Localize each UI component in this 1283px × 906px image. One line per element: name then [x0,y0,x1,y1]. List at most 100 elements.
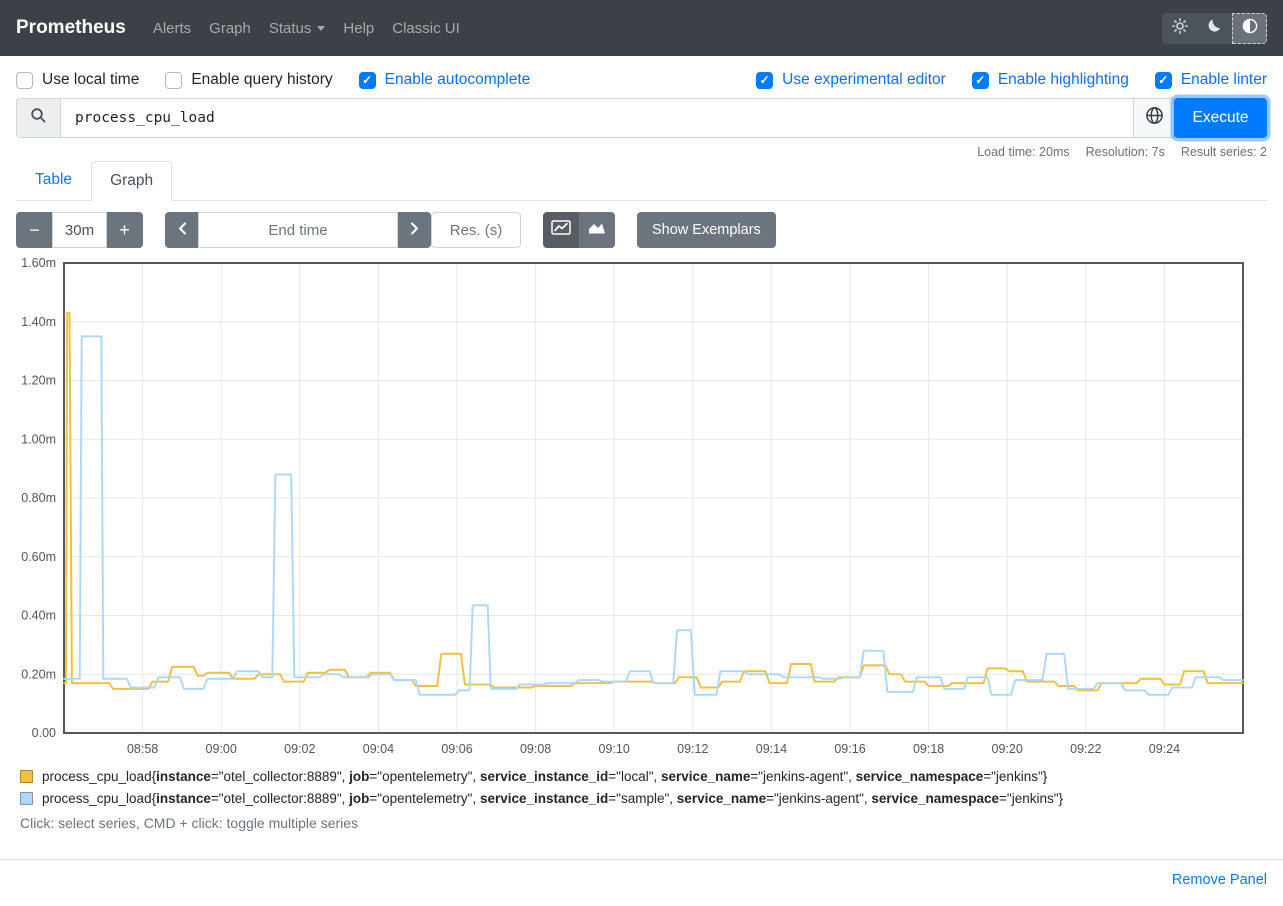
y-tick-label: 1.60m [21,257,56,270]
x-tick-label: 09:10 [599,742,630,756]
time-back-button[interactable] [165,212,199,248]
circle-half-icon [1242,18,1258,39]
query-row: Execute [16,98,1267,138]
chevron-right-icon [410,222,419,239]
y-tick-label: 0.40m [21,609,56,623]
legend-series-label: process_cpu_load{instance="otel_collecto… [42,769,1047,784]
legend-list: process_cpu_load{instance="otel_collecto… [20,769,1267,806]
chart-line-icon [551,220,571,240]
plus-icon: + [119,221,130,239]
x-tick-label: 09:18 [913,742,944,756]
option-label: Enable query history [191,71,332,89]
chart-mode-toggle [543,212,615,248]
chevron-left-icon [178,222,187,239]
load-time-stat: Load time: 20ms [977,145,1069,160]
time-series-chart[interactable]: 08:58 09:00 09:02 09:04 09:06 09:08 09:10 09:12… [16,257,1267,757]
checkbox-checked-icon[interactable] [359,72,376,89]
x-tick-label: 08:58 [127,742,158,756]
tab-graph[interactable]: Graph [91,161,172,201]
option-use-experimental-editor[interactable]: Use experimental editor [756,71,946,89]
brand-prometheus[interactable]: Prometheus [16,17,126,39]
x-tick-label: 09:04 [363,742,394,756]
range-input[interactable] [52,212,107,248]
x-tick-label: 09:00 [206,742,237,756]
options-left: Use local time Enable query history Enable… [16,71,556,89]
execute-button[interactable]: Execute [1174,98,1267,138]
y-tick-label: 0.60m [21,550,56,564]
show-exemplars-button[interactable]: Show Exemplars [637,212,776,248]
navbar-links: AlertsGraphStatusHelpClassic UI [144,12,469,45]
option-label: Use local time [42,71,139,89]
y-tick-label: 1.20m [21,374,56,388]
x-tick-label: 09:02 [284,742,315,756]
x-tick-label: 09:20 [992,742,1023,756]
nav-item-classic-ui[interactable]: Classic UI [383,12,469,45]
option-enable-autocomplete[interactable]: Enable autocomplete [359,71,531,89]
legend-item[interactable]: process_cpu_load{instance="otel_collecto… [20,791,1267,806]
search-icon [30,107,47,129]
global-options-row: Use local time Enable query history Enable… [16,68,1267,92]
panel-tabs: Table Graph [16,160,1267,201]
line-chart-mode-button[interactable] [543,212,579,248]
navbar: Prometheus AlertsGraphStatusHelpClassic … [0,0,1283,56]
nav-item-status[interactable]: Status [260,12,335,45]
range-decrease-button[interactable]: − [16,212,53,248]
nav-item-help[interactable]: Help [334,12,383,45]
option-label: Use experimental editor [782,71,946,89]
y-tick-label: 0.80m [21,491,56,505]
nav-item-alerts[interactable]: Alerts [144,12,200,45]
graph-controls: − + [16,212,1267,248]
option-label: Enable autocomplete [385,71,531,89]
y-tick-label: 1.40m [21,315,56,329]
option-label: Enable linter [1181,71,1267,89]
nav-item-graph[interactable]: Graph [200,12,260,45]
query-panel: Use local time Enable query history Enable… [0,68,1283,860]
metrics-explorer-button[interactable] [1133,98,1175,138]
chart-area-icon [587,220,607,240]
x-tick-label: 09:08 [520,742,551,756]
option-enable-query-history[interactable]: Enable query history [165,71,332,89]
resolution-input[interactable] [431,212,521,248]
option-use-local-time[interactable]: Use local time [16,71,139,89]
checkbox-checked-icon[interactable] [756,72,773,89]
legend-series-label: process_cpu_load{instance="otel_collecto… [42,791,1063,806]
range-increase-button[interactable]: + [106,212,143,248]
stacked-chart-mode-button[interactable] [579,212,615,248]
checkbox-unchecked-icon[interactable] [16,72,33,89]
option-enable-highlighting[interactable]: Enable highlighting [972,71,1129,89]
theme-dark-button[interactable] [1197,13,1232,44]
x-tick-label: 09:16 [834,742,865,756]
chart-area[interactable]: 08:58 09:00 09:02 09:04 09:06 09:08 09:10 09:12… [16,257,1267,757]
time-forward-button[interactable] [397,212,431,248]
minus-icon: − [29,221,40,239]
theme-auto-button[interactable] [1232,13,1267,44]
theme-toggle-group [1162,13,1267,44]
end-time-control [165,212,431,248]
x-tick-label: 09:12 [677,742,708,756]
result-series-stat: Result series: 2 [1181,145,1267,160]
options-right: Use experimental editor Enable highlighti… [756,71,1267,89]
sun-icon [1172,18,1188,39]
globe-icon [1145,106,1164,130]
x-tick-label: 09:14 [756,742,787,756]
option-enable-linter[interactable]: Enable linter [1155,71,1267,89]
end-time-input[interactable] [198,212,398,248]
range-control: − + [16,212,143,248]
search-icon-box [16,98,61,138]
series-line-local [64,313,1243,691]
y-tick-label: 1.00m [21,432,56,446]
checkbox-checked-icon[interactable] [1155,72,1172,89]
query-stats-row: Load time: 20ms Resolution: 7s Result se… [16,145,1267,160]
checkbox-checked-icon[interactable] [972,72,989,89]
x-tick-label: 09:24 [1149,742,1180,756]
checkbox-unchecked-icon[interactable] [165,72,182,89]
panel-footer: Remove Panel [0,860,1283,888]
resolution-stat: Resolution: 7s [1086,145,1165,160]
x-tick-label: 09:06 [441,742,472,756]
legend-item[interactable]: process_cpu_load{instance="otel_collecto… [20,769,1267,784]
tab-table[interactable]: Table [16,160,91,200]
option-label: Enable highlighting [998,71,1129,89]
remove-panel-link[interactable]: Remove Panel [1172,872,1267,888]
theme-light-button[interactable] [1162,13,1197,44]
query-expression-input[interactable] [60,98,1134,138]
